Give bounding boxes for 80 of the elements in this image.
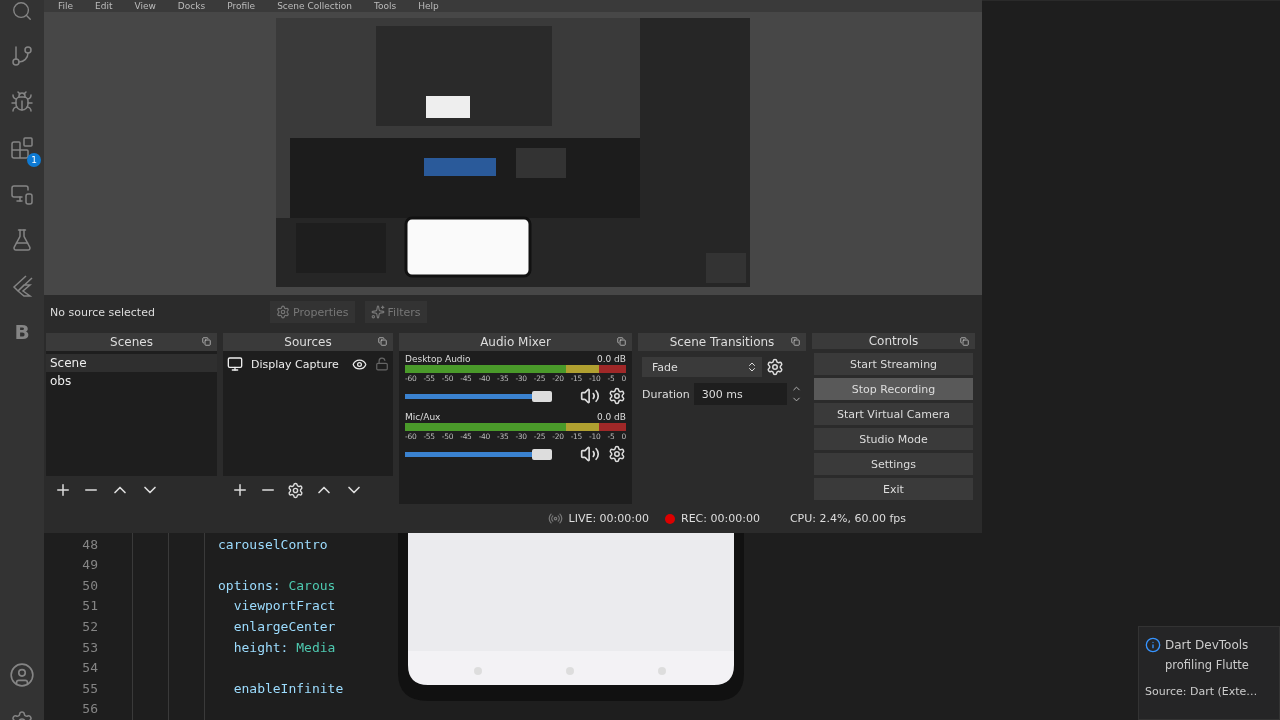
extension-letter-icon[interactable]: B (14, 320, 30, 344)
search-icon[interactable] (11, 0, 33, 22)
unlock-icon[interactable] (375, 357, 389, 371)
menu-item[interactable]: Scene Collection (277, 1, 352, 11)
line-number: 51 (82, 597, 98, 616)
line-number: 55 (82, 679, 98, 698)
scene-item[interactable]: obs (46, 372, 217, 390)
panel-title: Audio Mixer (480, 335, 551, 349)
updown-caret-icon (746, 361, 758, 373)
settings-icon[interactable] (766, 358, 784, 376)
speaker-icon[interactable] (580, 386, 601, 406)
line-number: 49 (82, 556, 98, 575)
transition-dropdown[interactable]: Fade (642, 357, 762, 377)
line-number: 50 (82, 576, 98, 595)
line-number: 54 (82, 659, 98, 678)
volume-reading: 0.0 dB (596, 412, 626, 422)
notification-title: Dart DevTools (1165, 638, 1249, 652)
control-button[interactable]: Stop Recording (814, 378, 973, 400)
info-icon (1145, 637, 1161, 653)
rec-timer: REC: 00:00:00 (681, 512, 760, 526)
settings-icon[interactable] (287, 481, 304, 499)
duration-field[interactable]: 300 ms (693, 383, 787, 405)
code-token: height: (232, 639, 290, 655)
control-button[interactable]: Studio Mode (814, 428, 973, 450)
code-token: options: (218, 577, 282, 593)
extensions-icon[interactable] (10, 136, 34, 160)
speaker-icon[interactable] (580, 444, 601, 464)
menu-item[interactable]: File (58, 1, 74, 11)
add-icon[interactable] (231, 481, 249, 499)
notification-badge: 1 (27, 153, 41, 167)
account-icon[interactable] (9, 662, 35, 688)
control-button[interactable]: Settings (814, 453, 973, 475)
line-number: 56 (82, 700, 98, 719)
code-token: Carous (288, 577, 336, 593)
source-status-label: No source selected (50, 305, 156, 319)
menu-item[interactable]: Help (418, 1, 439, 11)
live-timer: LIVE: 00:00:00 (568, 512, 649, 526)
volume-slider[interactable] (405, 451, 553, 457)
line-number: 52 (82, 618, 98, 637)
eye-icon[interactable] (352, 356, 367, 372)
source-item[interactable]: Display Capture (223, 354, 393, 374)
control-button[interactable]: Start Virtual Camera (814, 403, 973, 425)
code-token: carouselContro (218, 536, 328, 552)
notification-body: profiling Flutte (1164, 658, 1250, 672)
menu-item[interactable]: Docks (177, 1, 206, 11)
line-number: 48 (82, 535, 98, 554)
menu-item[interactable]: Edit (95, 1, 113, 11)
flask-icon[interactable] (10, 228, 34, 252)
settings-icon[interactable] (608, 387, 626, 405)
gear-icon (276, 305, 290, 319)
monitor-icon[interactable] (10, 182, 34, 206)
duration-label: Duration (642, 387, 690, 401)
add-icon[interactable] (54, 481, 72, 499)
settings-icon[interactable] (608, 445, 626, 463)
bug-icon[interactable] (10, 90, 34, 114)
panel-title: Sources (284, 335, 332, 349)
control-button[interactable]: Exit (814, 478, 973, 500)
volume-slider[interactable] (405, 393, 553, 399)
menu-item[interactable]: Tools (373, 1, 397, 11)
code-token: enableInfinite (232, 680, 344, 696)
monitor-icon (227, 356, 243, 372)
sparkle-icon (370, 305, 385, 319)
control-button[interactable]: Start Streaming (814, 353, 973, 375)
channel-name: Mic/Aux (405, 412, 441, 422)
menu-item[interactable]: View (134, 1, 156, 11)
notification-source: Source: Dart (Exte… (1145, 685, 1259, 698)
volume-reading: 0.0 dB (596, 354, 626, 364)
line-number: 53 (82, 638, 98, 657)
menu-item[interactable]: Profile (227, 1, 256, 11)
scene-item[interactable]: Scene (46, 354, 217, 372)
panel-title: Scene Transitions (669, 335, 775, 349)
panel-title: Controls (868, 334, 919, 348)
code-token: enlargeCenter (232, 619, 336, 635)
cpu-stats: CPU: 2.4%, 60.00 fps (789, 512, 906, 526)
code-token: Media (296, 639, 336, 655)
code-token: viewportFract (232, 598, 336, 614)
channel-name: Desktop Audio (405, 354, 471, 364)
git-branch-icon[interactable] (10, 44, 34, 68)
panel-title: Scenes (110, 335, 153, 349)
record-dot-icon (665, 513, 675, 524)
